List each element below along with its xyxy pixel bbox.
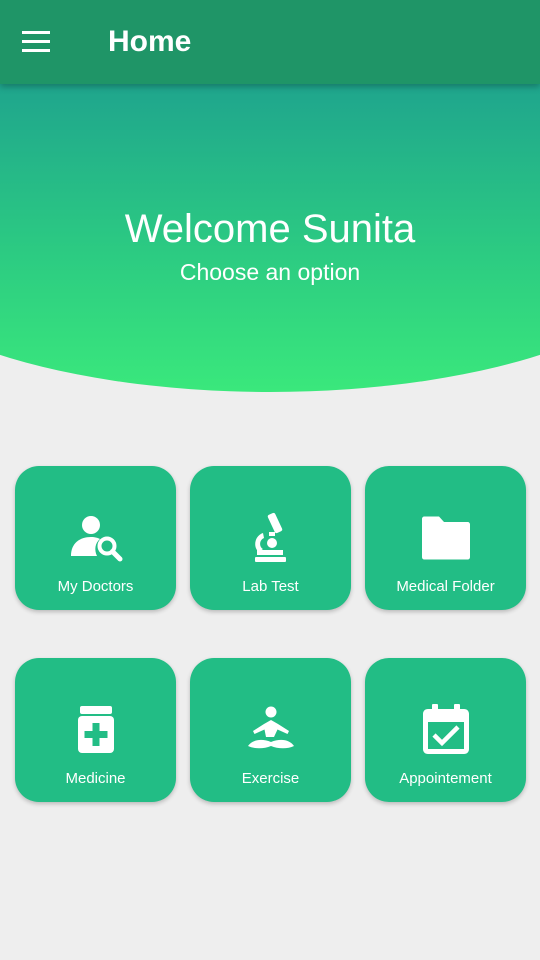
medical-folder-label: Medical Folder [396,578,495,595]
page-title: Home [108,25,192,58]
lab-test-label: Lab Test [242,578,299,595]
welcome-subtitle: Choose an option [179,259,361,285]
doctor-search-icon [71,516,123,562]
my-doctors-button[interactable]: My Doctors [15,466,176,610]
medical-folder-button[interactable]: Medical Folder [365,466,526,610]
lab-test-button[interactable]: Lab Test [190,466,351,610]
exercise-button[interactable]: Exercise [190,658,351,802]
calendar-check-icon [423,704,469,754]
exercise-label: Exercise [241,770,300,787]
folder-icon [422,516,470,560]
medicine-label: Medicine [65,770,126,787]
microscope-icon [255,512,286,562]
medicine-bottle-icon [78,706,114,753]
appointement-label: Appointement [399,770,492,787]
medicine-button[interactable]: Medicine [15,658,176,802]
welcome-banner: Welcome Sunita Choose an option [0,84,540,392]
appointement-button[interactable]: Appointement [365,658,526,802]
app-bar: Home [0,0,540,84]
meditation-icon [248,706,294,749]
my-doctors-label: My Doctors [57,578,134,595]
hamburger-menu-icon[interactable] [20,28,52,56]
welcome-heading: Welcome Sunita [124,207,416,251]
